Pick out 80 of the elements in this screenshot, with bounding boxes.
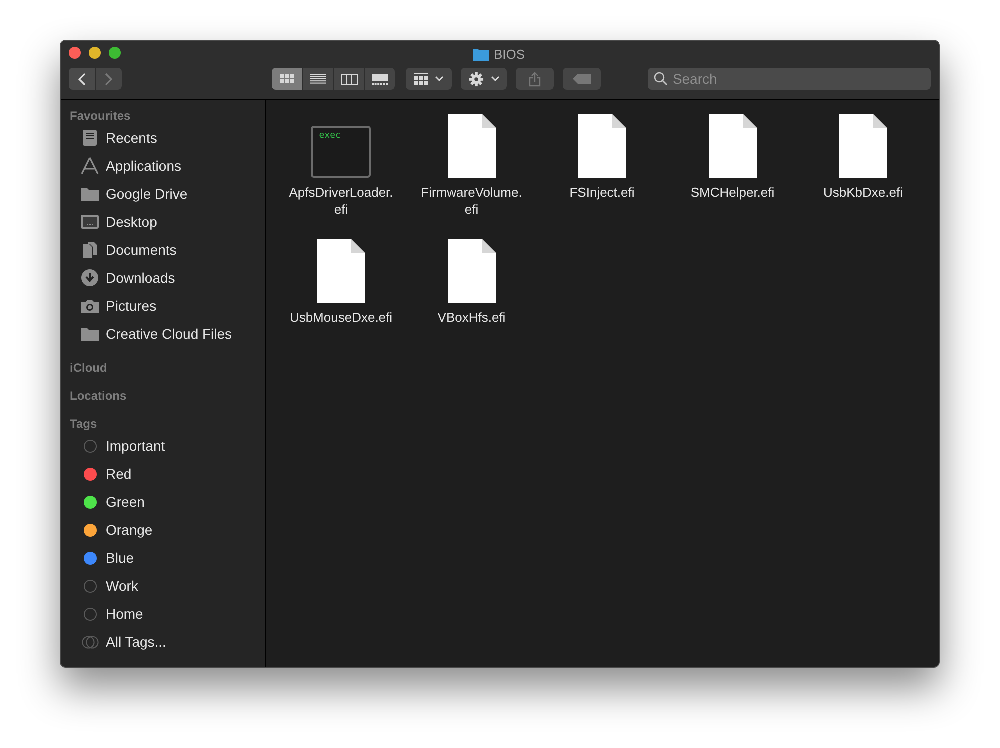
document-icon	[316, 239, 366, 303]
caret-icon	[435, 76, 444, 82]
window-title: BIOS	[494, 46, 526, 64]
download-icon	[81, 269, 99, 287]
sidebar-item[interactable]: Recents	[61, 124, 265, 152]
file-item[interactable]: UsbKbDxe.efi	[798, 110, 928, 235]
file-item[interactable]: SMCHelper.efi	[668, 110, 798, 235]
file-item[interactable]: FSInject.efi	[537, 110, 668, 235]
list-icon	[310, 74, 326, 84]
documents-icon	[81, 241, 99, 259]
file-name: ApfsDriverLoader. efi	[289, 184, 394, 218]
file-item[interactable]: exec ApfsDriverLoader. efi	[276, 110, 406, 235]
close-button[interactable]	[69, 46, 81, 58]
document-icon	[708, 114, 758, 178]
file-item[interactable]: FirmwareVolume. efi	[406, 110, 537, 235]
file-name: FSInject.efi	[570, 184, 635, 201]
search-field[interactable]: Search	[648, 68, 931, 90]
file-name: UsbMouseDxe.efi	[290, 309, 393, 326]
tag-ring-icon	[84, 440, 96, 452]
sidebar-item[interactable]: Home	[61, 600, 265, 628]
chevron-right-icon	[105, 72, 113, 86]
file-name: UsbKbDxe.efi	[824, 184, 903, 201]
columns-icon	[340, 74, 358, 84]
sidebar-item[interactable]: Google Drive	[61, 180, 265, 208]
share-icon	[529, 72, 542, 86]
search-icon	[654, 72, 668, 86]
group-button[interactable]	[406, 68, 452, 90]
tray-icon	[81, 129, 99, 147]
file-item[interactable]: UsbMouseDxe.efi	[276, 235, 406, 360]
section-header: Tags	[69, 416, 98, 432]
file-name: SMCHelper.efi	[690, 184, 775, 201]
gear-icon	[468, 72, 484, 86]
document-icon	[446, 114, 497, 178]
view-tab[interactable]	[272, 68, 302, 90]
gallery-icon	[372, 74, 388, 84]
view-tab[interactable]	[303, 68, 333, 90]
sidebar-item[interactable]: Red	[61, 460, 265, 488]
chevron-left-icon	[78, 72, 86, 86]
action-button[interactable]	[461, 68, 508, 90]
section-header: iCloud	[69, 360, 108, 376]
folder-icon	[473, 48, 489, 62]
sidebar-item[interactable]: All Tags...	[61, 628, 265, 656]
section-header: Locations	[69, 388, 128, 404]
applications-icon	[80, 157, 100, 175]
sidebar-item[interactable]: Work	[61, 572, 265, 600]
grid-icon	[414, 73, 428, 85]
grid-icon	[280, 74, 294, 84]
caret-icon	[490, 76, 500, 82]
view-tab[interactable]	[334, 68, 364, 90]
minimize-button[interactable]	[89, 46, 101, 58]
zoom-button[interactable]	[109, 46, 121, 58]
tag-icon	[573, 74, 592, 84]
sidebar-item[interactable]: Applications	[61, 152, 265, 180]
sidebar-item[interactable]: Blue	[61, 544, 265, 572]
sidebar-item[interactable]: Orange	[61, 516, 265, 544]
sidebar-item[interactable]: Important	[61, 432, 265, 460]
sidebar-item[interactable]: Downloads	[61, 264, 265, 292]
document-icon	[838, 114, 888, 178]
file-name: FirmwareVolume. efi	[421, 184, 522, 218]
sidebar-item[interactable]: Documents	[61, 236, 265, 264]
folder-icon	[80, 326, 100, 342]
section-header: Favourites	[69, 108, 132, 124]
camera-icon	[80, 298, 100, 314]
file-item[interactable]: VBoxHfs.efi	[406, 235, 537, 360]
all-tags-icon	[82, 636, 98, 648]
tag-ring-icon	[84, 580, 96, 592]
view-tab[interactable]	[365, 68, 395, 90]
tag-ring-icon	[84, 608, 96, 620]
sidebar-item[interactable]: Desktop	[61, 208, 265, 236]
folder-icon	[80, 186, 100, 202]
document-icon	[446, 239, 497, 303]
document-icon	[577, 114, 628, 178]
file-name: VBoxHfs.efi	[438, 309, 506, 326]
terminal-icon: exec	[311, 126, 372, 178]
sidebar-item[interactable]: Green	[61, 488, 265, 516]
sidebar-item[interactable]: Pictures	[61, 292, 265, 320]
share-button[interactable]	[516, 68, 554, 90]
sidebar-item[interactable]: Creative Cloud Files	[61, 320, 265, 348]
desktop-icon	[80, 214, 100, 230]
back-button[interactable]	[69, 68, 95, 90]
